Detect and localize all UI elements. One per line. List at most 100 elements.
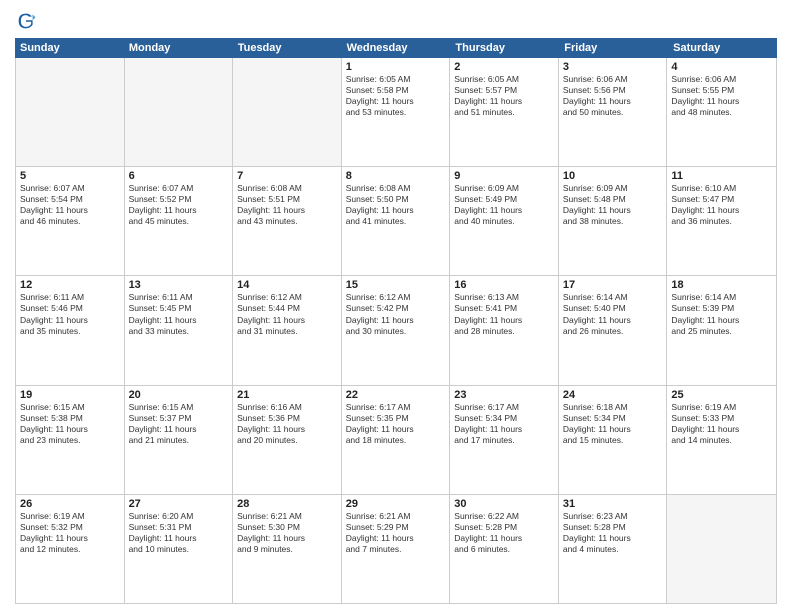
calendar-cell: 17Sunrise: 6:14 AMSunset: 5:40 PMDayligh… bbox=[559, 276, 668, 384]
day-number: 5 bbox=[20, 170, 120, 182]
cell-info: Sunrise: 6:16 AMSunset: 5:36 PMDaylight:… bbox=[237, 402, 337, 446]
day-number: 27 bbox=[129, 498, 229, 510]
day-number: 18 bbox=[671, 279, 772, 291]
weekday-header: Saturday bbox=[668, 38, 777, 58]
day-number: 31 bbox=[563, 498, 663, 510]
day-number: 1 bbox=[346, 61, 446, 73]
logo-icon bbox=[15, 10, 37, 32]
logo bbox=[15, 10, 39, 32]
cell-info: Sunrise: 6:18 AMSunset: 5:34 PMDaylight:… bbox=[563, 402, 663, 446]
calendar-grid: 1Sunrise: 6:05 AMSunset: 5:58 PMDaylight… bbox=[15, 58, 777, 604]
cell-info: Sunrise: 6:10 AMSunset: 5:47 PMDaylight:… bbox=[671, 183, 772, 227]
calendar-cell: 18Sunrise: 6:14 AMSunset: 5:39 PMDayligh… bbox=[667, 276, 776, 384]
calendar-cell: 22Sunrise: 6:17 AMSunset: 5:35 PMDayligh… bbox=[342, 386, 451, 494]
weekday-header: Tuesday bbox=[233, 38, 342, 58]
calendar-cell: 11Sunrise: 6:10 AMSunset: 5:47 PMDayligh… bbox=[667, 167, 776, 275]
calendar-cell: 15Sunrise: 6:12 AMSunset: 5:42 PMDayligh… bbox=[342, 276, 451, 384]
calendar-cell: 7Sunrise: 6:08 AMSunset: 5:51 PMDaylight… bbox=[233, 167, 342, 275]
calendar: SundayMondayTuesdayWednesdayThursdayFrid… bbox=[15, 38, 777, 604]
day-number: 8 bbox=[346, 170, 446, 182]
day-number: 22 bbox=[346, 389, 446, 401]
calendar-cell: 24Sunrise: 6:18 AMSunset: 5:34 PMDayligh… bbox=[559, 386, 668, 494]
page-header bbox=[15, 10, 777, 32]
cell-info: Sunrise: 6:07 AMSunset: 5:52 PMDaylight:… bbox=[129, 183, 229, 227]
weekday-header: Wednesday bbox=[342, 38, 451, 58]
calendar-cell: 2Sunrise: 6:05 AMSunset: 5:57 PMDaylight… bbox=[450, 58, 559, 166]
calendar-cell: 30Sunrise: 6:22 AMSunset: 5:28 PMDayligh… bbox=[450, 495, 559, 603]
day-number: 3 bbox=[563, 61, 663, 73]
day-number: 20 bbox=[129, 389, 229, 401]
cell-info: Sunrise: 6:19 AMSunset: 5:32 PMDaylight:… bbox=[20, 511, 120, 555]
calendar-cell: 10Sunrise: 6:09 AMSunset: 5:48 PMDayligh… bbox=[559, 167, 668, 275]
calendar-cell: 6Sunrise: 6:07 AMSunset: 5:52 PMDaylight… bbox=[125, 167, 234, 275]
cell-info: Sunrise: 6:22 AMSunset: 5:28 PMDaylight:… bbox=[454, 511, 554, 555]
calendar-cell bbox=[233, 58, 342, 166]
calendar-cell: 29Sunrise: 6:21 AMSunset: 5:29 PMDayligh… bbox=[342, 495, 451, 603]
day-number: 30 bbox=[454, 498, 554, 510]
calendar-cell: 13Sunrise: 6:11 AMSunset: 5:45 PMDayligh… bbox=[125, 276, 234, 384]
cell-info: Sunrise: 6:13 AMSunset: 5:41 PMDaylight:… bbox=[454, 292, 554, 336]
weekday-header: Thursday bbox=[450, 38, 559, 58]
day-number: 25 bbox=[671, 389, 772, 401]
cell-info: Sunrise: 6:17 AMSunset: 5:35 PMDaylight:… bbox=[346, 402, 446, 446]
cell-info: Sunrise: 6:05 AMSunset: 5:57 PMDaylight:… bbox=[454, 74, 554, 118]
calendar-cell: 20Sunrise: 6:15 AMSunset: 5:37 PMDayligh… bbox=[125, 386, 234, 494]
calendar-cell bbox=[16, 58, 125, 166]
calendar-cell: 19Sunrise: 6:15 AMSunset: 5:38 PMDayligh… bbox=[16, 386, 125, 494]
cell-info: Sunrise: 6:23 AMSunset: 5:28 PMDaylight:… bbox=[563, 511, 663, 555]
cell-info: Sunrise: 6:07 AMSunset: 5:54 PMDaylight:… bbox=[20, 183, 120, 227]
day-number: 2 bbox=[454, 61, 554, 73]
cell-info: Sunrise: 6:21 AMSunset: 5:29 PMDaylight:… bbox=[346, 511, 446, 555]
cell-info: Sunrise: 6:12 AMSunset: 5:44 PMDaylight:… bbox=[237, 292, 337, 336]
day-number: 14 bbox=[237, 279, 337, 291]
cell-info: Sunrise: 6:09 AMSunset: 5:49 PMDaylight:… bbox=[454, 183, 554, 227]
day-number: 23 bbox=[454, 389, 554, 401]
day-number: 12 bbox=[20, 279, 120, 291]
calendar-cell bbox=[667, 495, 776, 603]
cell-info: Sunrise: 6:14 AMSunset: 5:39 PMDaylight:… bbox=[671, 292, 772, 336]
calendar-cell: 21Sunrise: 6:16 AMSunset: 5:36 PMDayligh… bbox=[233, 386, 342, 494]
calendar-cell: 25Sunrise: 6:19 AMSunset: 5:33 PMDayligh… bbox=[667, 386, 776, 494]
calendar-cell: 14Sunrise: 6:12 AMSunset: 5:44 PMDayligh… bbox=[233, 276, 342, 384]
page-container: SundayMondayTuesdayWednesdayThursdayFrid… bbox=[0, 0, 792, 612]
calendar-row: 19Sunrise: 6:15 AMSunset: 5:38 PMDayligh… bbox=[16, 386, 776, 495]
cell-info: Sunrise: 6:09 AMSunset: 5:48 PMDaylight:… bbox=[563, 183, 663, 227]
cell-info: Sunrise: 6:11 AMSunset: 5:46 PMDaylight:… bbox=[20, 292, 120, 336]
day-number: 29 bbox=[346, 498, 446, 510]
calendar-cell: 12Sunrise: 6:11 AMSunset: 5:46 PMDayligh… bbox=[16, 276, 125, 384]
day-number: 15 bbox=[346, 279, 446, 291]
day-number: 26 bbox=[20, 498, 120, 510]
day-number: 17 bbox=[563, 279, 663, 291]
day-number: 10 bbox=[563, 170, 663, 182]
day-number: 9 bbox=[454, 170, 554, 182]
day-number: 4 bbox=[671, 61, 772, 73]
calendar-row: 26Sunrise: 6:19 AMSunset: 5:32 PMDayligh… bbox=[16, 495, 776, 603]
calendar-cell: 8Sunrise: 6:08 AMSunset: 5:50 PMDaylight… bbox=[342, 167, 451, 275]
weekday-header: Sunday bbox=[15, 38, 124, 58]
calendar-row: 5Sunrise: 6:07 AMSunset: 5:54 PMDaylight… bbox=[16, 167, 776, 276]
cell-info: Sunrise: 6:19 AMSunset: 5:33 PMDaylight:… bbox=[671, 402, 772, 446]
cell-info: Sunrise: 6:08 AMSunset: 5:51 PMDaylight:… bbox=[237, 183, 337, 227]
day-number: 13 bbox=[129, 279, 229, 291]
calendar-cell: 5Sunrise: 6:07 AMSunset: 5:54 PMDaylight… bbox=[16, 167, 125, 275]
cell-info: Sunrise: 6:06 AMSunset: 5:55 PMDaylight:… bbox=[671, 74, 772, 118]
calendar-cell: 23Sunrise: 6:17 AMSunset: 5:34 PMDayligh… bbox=[450, 386, 559, 494]
cell-info: Sunrise: 6:06 AMSunset: 5:56 PMDaylight:… bbox=[563, 74, 663, 118]
cell-info: Sunrise: 6:21 AMSunset: 5:30 PMDaylight:… bbox=[237, 511, 337, 555]
day-number: 19 bbox=[20, 389, 120, 401]
calendar-cell: 16Sunrise: 6:13 AMSunset: 5:41 PMDayligh… bbox=[450, 276, 559, 384]
cell-info: Sunrise: 6:15 AMSunset: 5:38 PMDaylight:… bbox=[20, 402, 120, 446]
day-number: 11 bbox=[671, 170, 772, 182]
calendar-cell: 26Sunrise: 6:19 AMSunset: 5:32 PMDayligh… bbox=[16, 495, 125, 603]
weekday-header: Monday bbox=[124, 38, 233, 58]
cell-info: Sunrise: 6:15 AMSunset: 5:37 PMDaylight:… bbox=[129, 402, 229, 446]
cell-info: Sunrise: 6:14 AMSunset: 5:40 PMDaylight:… bbox=[563, 292, 663, 336]
cell-info: Sunrise: 6:20 AMSunset: 5:31 PMDaylight:… bbox=[129, 511, 229, 555]
day-number: 28 bbox=[237, 498, 337, 510]
calendar-row: 1Sunrise: 6:05 AMSunset: 5:58 PMDaylight… bbox=[16, 58, 776, 167]
calendar-cell: 3Sunrise: 6:06 AMSunset: 5:56 PMDaylight… bbox=[559, 58, 668, 166]
calendar-cell: 4Sunrise: 6:06 AMSunset: 5:55 PMDaylight… bbox=[667, 58, 776, 166]
day-number: 24 bbox=[563, 389, 663, 401]
calendar-cell: 28Sunrise: 6:21 AMSunset: 5:30 PMDayligh… bbox=[233, 495, 342, 603]
calendar-header: SundayMondayTuesdayWednesdayThursdayFrid… bbox=[15, 38, 777, 58]
